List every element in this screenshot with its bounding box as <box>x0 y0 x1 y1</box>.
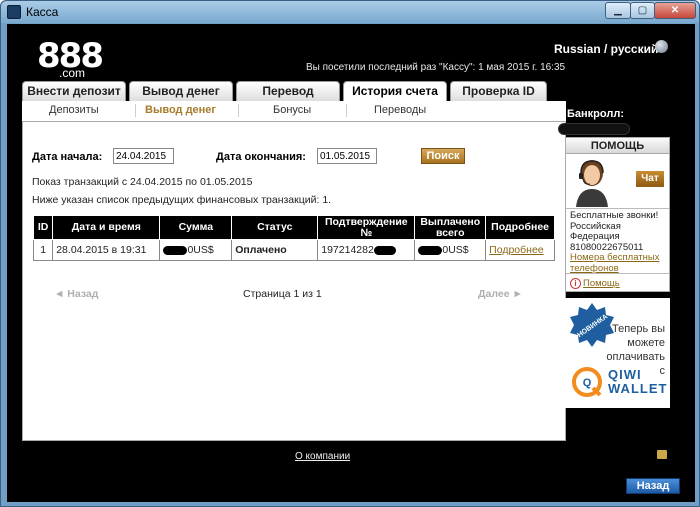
cell-datetime: 28.04.2015 в 19:31 <box>52 239 161 261</box>
subtab-withdrawals[interactable]: Вывод денег <box>145 104 216 116</box>
bankroll-redaction <box>559 124 629 134</box>
date-range-info: Показ транзакций с 24.04.2015 по 01.05.2… <box>32 176 253 188</box>
free-calls-text: Бесплатные звонки! Российская Федерация … <box>570 210 659 253</box>
about-company-link[interactable]: О компании <box>295 451 350 462</box>
tab-transfer[interactable]: Перевод <box>236 81 340 101</box>
history-panel: Дата начала: Дата окончания: Поиск Показ… <box>22 121 566 441</box>
app-icon <box>7 5 21 19</box>
back-button[interactable]: Назад <box>626 478 680 494</box>
tab-deposit[interactable]: Внести депозит <box>22 81 126 101</box>
close-button[interactable]: ✕ <box>654 2 696 19</box>
lock-icon <box>657 450 667 459</box>
start-date-label: Дата начала: <box>32 151 103 163</box>
brand-logo-suffix: .com <box>59 66 86 80</box>
pager-page-text: Страница 1 из 1 <box>243 288 322 300</box>
window-title: Касса <box>26 5 59 19</box>
subtab-deposits[interactable]: Депозиты <box>49 104 99 116</box>
help-divider <box>566 208 669 209</box>
language-selector[interactable]: Russian / русский <box>554 42 658 56</box>
qiwi-logo-letter: Q <box>583 377 592 389</box>
end-date-input[interactable] <box>317 148 377 164</box>
amount-value: 0US$ <box>187 244 214 256</box>
help-contact-block: Бесплатные звонки! Российская Федерация … <box>570 210 670 274</box>
col-header-status: Статус <box>231 215 319 240</box>
pager-prev-button[interactable]: ◄ Назад <box>54 288 98 300</box>
subtab-separator <box>238 104 239 117</box>
search-button[interactable]: Поиск <box>421 148 465 164</box>
col-header-amount: Сумма <box>159 215 233 240</box>
subtab-transfers[interactable]: Переводы <box>374 104 426 116</box>
cashier-client-area: 888 .com Russian / русский Вы посетили п… <box>7 24 695 502</box>
confirmation-value: 197214282 <box>321 244 374 256</box>
subtab-separator <box>135 104 136 117</box>
qiwi-logo-icon: Q <box>572 367 602 397</box>
col-header-detail: Подробнее <box>485 215 555 240</box>
qiwi-promo-banner[interactable]: НОВИНКА Теперь вы можете оплачивать с Q … <box>565 298 670 408</box>
subtab-bar: Депозиты Вывод денег Бонусы Переводы <box>22 101 566 121</box>
subtab-separator <box>346 104 347 117</box>
col-header-datetime: Дата и время <box>52 215 161 240</box>
last-visit-text: Вы посетили последний раз "Кассу": 1 мая… <box>306 62 566 73</box>
help-divider <box>566 273 669 274</box>
table-header-row: ID Дата и время Сумма Статус Подтвержден… <box>32 215 555 240</box>
support-agent-icon <box>576 160 608 207</box>
maximize-button[interactable]: ▢ <box>630 2 655 19</box>
cell-id: 1 <box>32 239 54 261</box>
globe-icon[interactable] <box>655 40 668 53</box>
table-row: 1 28.04.2015 в 19:31 0US$ Оплачено 19721… <box>32 239 555 261</box>
chat-button[interactable]: Чат <box>636 171 664 187</box>
redaction-mark <box>373 245 396 255</box>
cell-detail: Подробнее <box>485 239 555 261</box>
end-date-label: Дата окончания: <box>216 151 306 163</box>
help-box: ПОМОЩЬ Чат Бесплатные звонки! Российская… <box>565 137 670 292</box>
info-icon: i <box>570 277 581 289</box>
start-date-input[interactable] <box>113 148 174 164</box>
help-title: ПОМОЩЬ <box>566 138 669 154</box>
paid-total-value: 0US$ <box>442 244 469 256</box>
cell-confirmation: 197214282 <box>317 239 416 261</box>
help-link[interactable]: Помощь <box>583 278 620 289</box>
title-bar[interactable]: Касса ▁ ▢ ✕ <box>1 1 699 23</box>
cell-amount: 0US$ <box>159 239 233 261</box>
qiwi-wallet-text: QIWI WALLET <box>608 367 668 396</box>
redaction-mark <box>163 245 188 255</box>
bankroll-label: Банкролл: <box>567 108 624 120</box>
redaction-mark <box>418 245 443 255</box>
free-numbers-link[interactable]: Номера бесплатных телефонов <box>570 252 670 274</box>
minimize-button[interactable]: ▁ <box>605 2 631 19</box>
detail-link[interactable]: Подробнее <box>489 244 543 256</box>
help-link-row[interactable]: i Помощь <box>570 277 620 289</box>
col-header-id: ID <box>32 215 54 240</box>
tab-withdraw[interactable]: Вывод денег <box>129 81 233 101</box>
transaction-count-info: Ниже указан список предыдущих финансовых… <box>32 194 332 206</box>
tab-account-history[interactable]: История счета <box>343 81 447 101</box>
window-frame: Касса ▁ ▢ ✕ 888 .com Russian / русский В… <box>0 0 700 507</box>
col-header-confirmation: Подтверждение № <box>317 215 416 240</box>
cell-paid-total: 0US$ <box>414 239 487 261</box>
subtab-bonuses[interactable]: Бонусы <box>273 104 311 116</box>
tab-id-verification[interactable]: Проверка ID <box>450 81 547 101</box>
transactions-table: ID Дата и время Сумма Статус Подтвержден… <box>32 215 555 261</box>
pager-next-button[interactable]: Далее ► <box>478 288 523 300</box>
col-header-paid-total: Выплачено всего <box>414 215 487 240</box>
cell-status: Оплачено <box>231 239 319 261</box>
